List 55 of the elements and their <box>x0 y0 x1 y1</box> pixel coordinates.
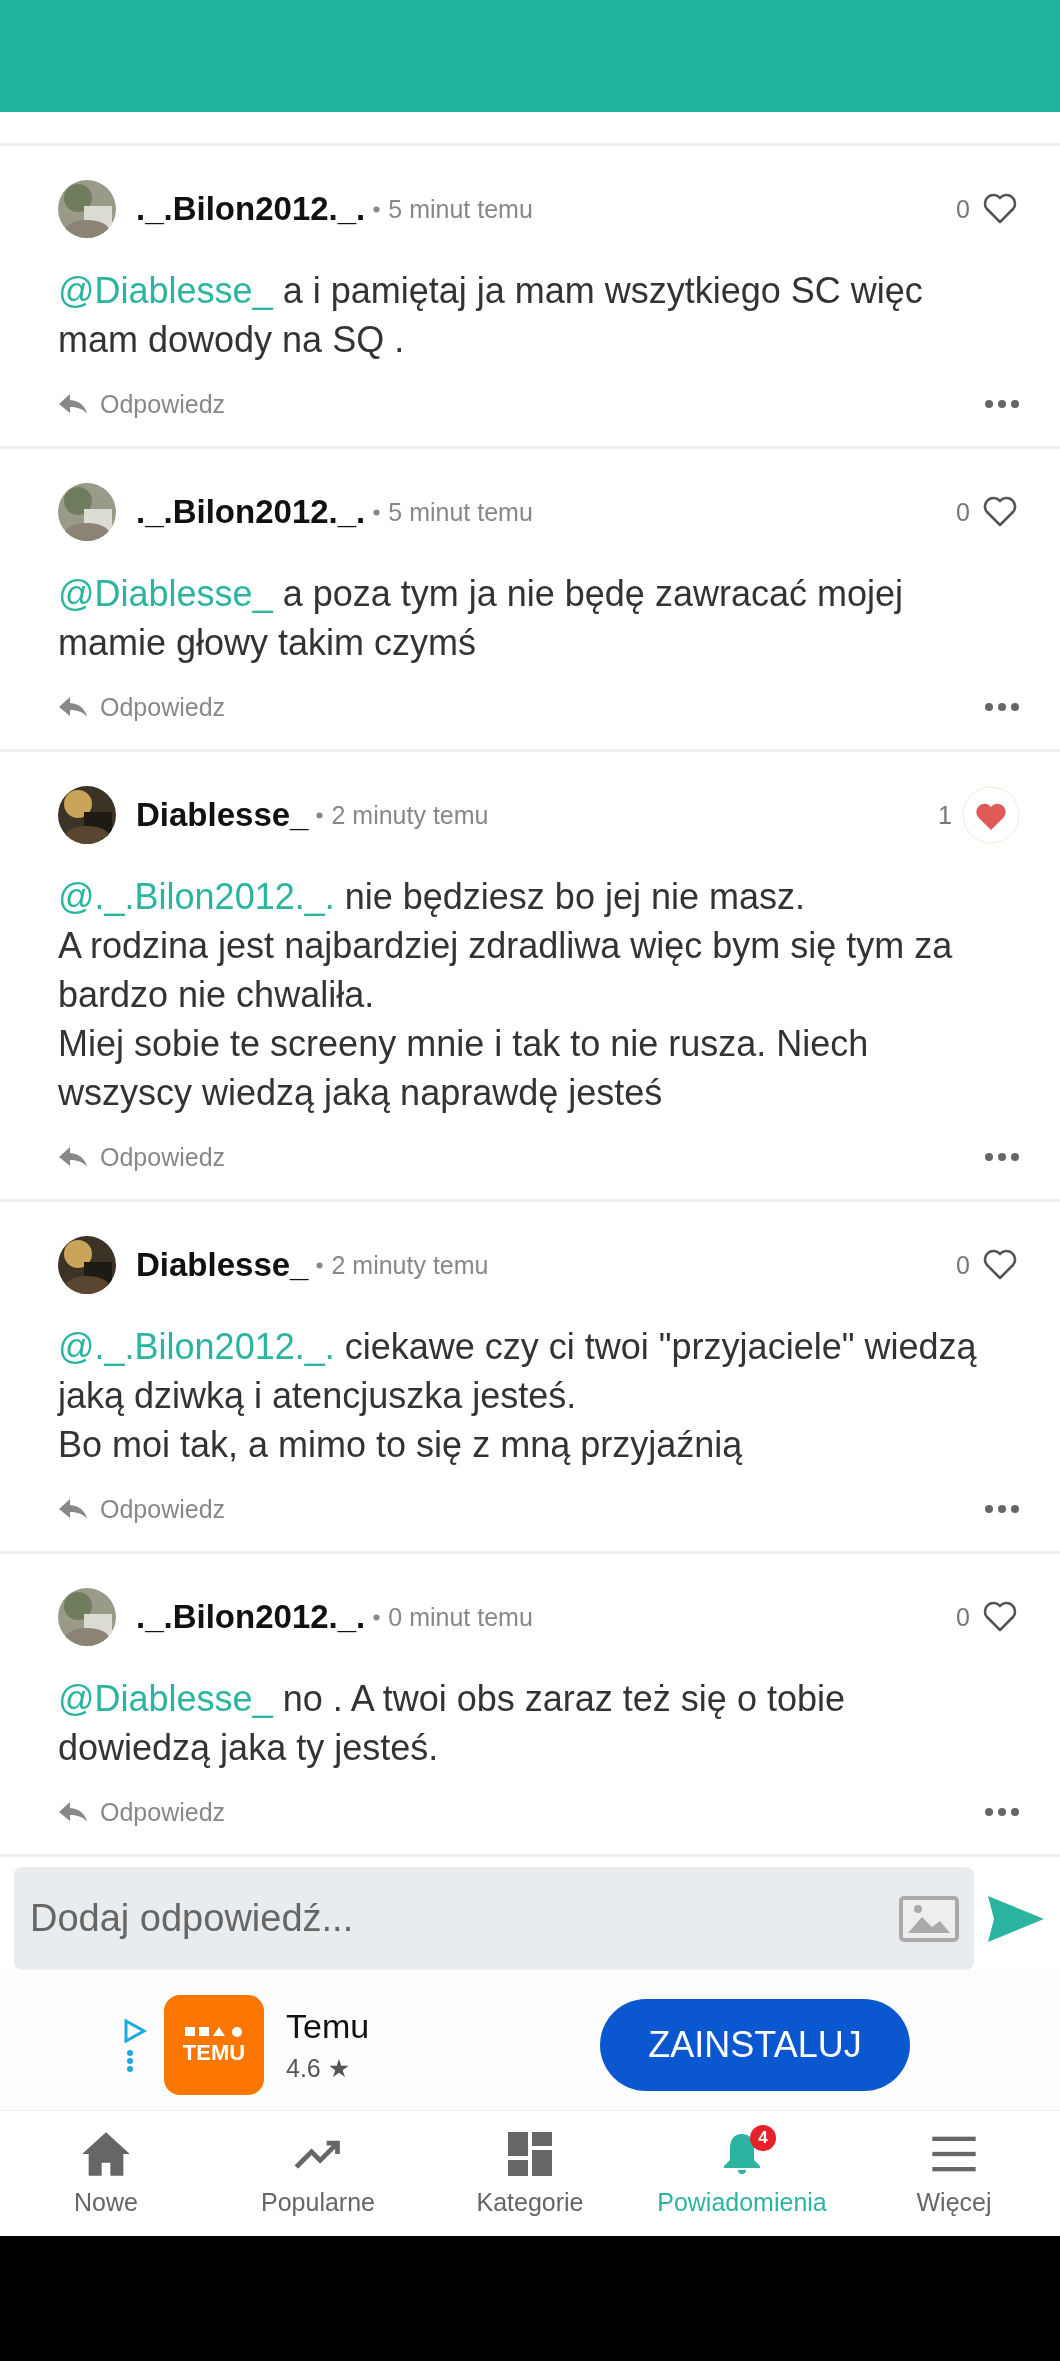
dashboard-icon <box>506 2130 554 2178</box>
logo-icon <box>183 2024 245 2038</box>
more-icon[interactable] <box>984 1807 1020 1817</box>
separator-dot <box>373 1613 381 1621</box>
comment-text: @._.Bilon2012._. nie będziesz bo jej nie masz. A rodzina jest najbardziej zdradliwa więc bym się tym za bardzo nie chwaliła. Miej sobie te screeny mnie i tak to nie rusza. Niech wszyscy wiedzą jaką naprawdę jesteś <box>58 875 954 1115</box>
separator-dot <box>316 811 324 819</box>
comment-text: @Diablesse_ no . A twoi obs zaraz też się o tobie dowiedzą jaka ty jesteś. <box>58 1677 846 1770</box>
like-count: 0 <box>956 497 970 527</box>
separator-dot <box>316 1261 324 1269</box>
comment-text: @Diablesse_ a poza tym ja nie będę zawracać mojej mamie głowy takim czymś <box>58 572 904 665</box>
more-icon[interactable] <box>984 1504 1020 1514</box>
reply-button[interactable]: Odpowiedz <box>58 692 226 722</box>
app-name: Temu <box>286 2007 370 2046</box>
comment-text: @._.Bilon2012._. ciekawe czy ci twoi "przyjaciele" wiedzą jaką dziwką i atencjuszka jesteś. Bo moi tak, a mimo to się z mną przyjaźnią <box>58 1325 978 1467</box>
nav-tab[interactable]: 4 Powiadomienia <box>636 2111 848 2236</box>
reply-button[interactable]: Odpowiedz <box>58 1797 226 1827</box>
comment-time: 2 minuty temu <box>331 800 489 830</box>
reply-button[interactable]: Odpowiedz <box>58 1142 226 1172</box>
notification-badge: 4 <box>750 2125 776 2151</box>
like-count: 1 <box>938 800 952 830</box>
nav-tab[interactable]: Kategorie <box>424 2111 636 2236</box>
reply-button[interactable]: Odpowiedz <box>58 1494 226 1524</box>
more-icon[interactable] <box>984 399 1020 409</box>
comment-author[interactable]: ._.Bilon2012._. <box>136 493 366 531</box>
app-rating: 4.6 ★ <box>286 2054 352 2083</box>
nav-tab[interactable]: Popularne <box>212 2111 424 2236</box>
comment-time: 5 minut temu <box>388 497 533 527</box>
install-button[interactable]: ZAINSTALUJ <box>600 1999 910 2091</box>
more-icon[interactable] <box>984 702 1020 712</box>
comment-author[interactable]: ._.Bilon2012._. <box>136 1598 366 1636</box>
comment-author[interactable]: Diablesse_ <box>136 1246 309 1284</box>
comment-text: @Diablesse_ a i pamiętaj ja mam wszytkiego SC więc mam dowody na SQ . <box>58 269 924 362</box>
reply-icon <box>58 1497 88 1521</box>
reply-field[interactable]: Dodaj odpowiedź... <box>14 1867 974 1970</box>
reply-icon <box>58 1800 88 1824</box>
comment-time: 5 minut temu <box>388 194 533 224</box>
reply-input[interactable]: Dodaj odpowiedź... <box>28 1896 898 1941</box>
like-count: 0 <box>956 194 970 224</box>
reply-icon <box>58 392 88 416</box>
home-icon <box>80 2130 132 2178</box>
nav-tab[interactable]: Więcej <box>848 2111 1060 2236</box>
separator-dot <box>373 508 381 516</box>
like-count: 0 <box>956 1602 970 1632</box>
send-icon[interactable] <box>986 1893 1046 1944</box>
more-icon[interactable] <box>984 1152 1020 1162</box>
separator-dot <box>373 205 381 213</box>
nav-tab[interactable]: Nowe <box>0 2111 212 2236</box>
reply-button[interactable]: Odpowiedz <box>58 389 226 419</box>
like-count: 0 <box>956 1250 970 1280</box>
reply-icon <box>58 695 88 719</box>
comment-author[interactable]: ._.Bilon2012._. <box>136 190 366 228</box>
comment-time: 0 minut temu <box>388 1602 533 1632</box>
comment-author[interactable]: Diablesse_ <box>136 796 309 834</box>
reply-icon <box>58 1145 88 1169</box>
comment-time: 2 minuty temu <box>331 1250 489 1280</box>
